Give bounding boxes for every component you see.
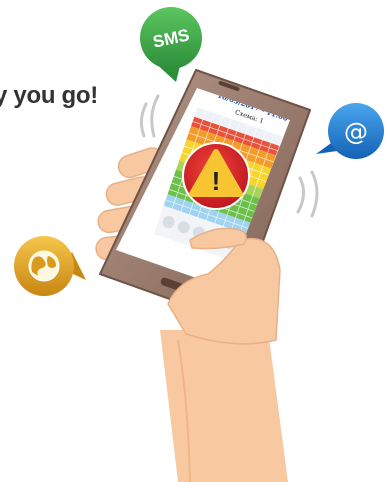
warning-triangle-icon: !	[182, 142, 250, 210]
sms-bubble-icon: SMS	[140, 7, 202, 82]
warning-mark: !	[212, 166, 221, 196]
globe-bubble-icon	[14, 236, 86, 296]
illustration-canvas: SMS @ Схема: 1 !	[14, 7, 384, 482]
illustration: y you go! SMS @ Схема: 1 !	[0, 0, 388, 482]
at-bubble-icon: @	[316, 103, 384, 159]
hand-arm	[160, 330, 288, 482]
at-label: @	[344, 118, 368, 146]
